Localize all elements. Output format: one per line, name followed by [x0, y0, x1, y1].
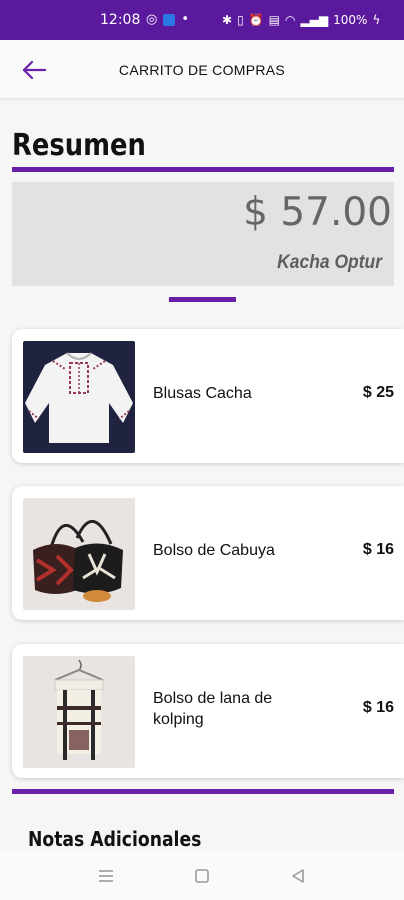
recent-apps-button[interactable]	[95, 865, 117, 887]
notes-heading: Notas Adicionales	[28, 827, 202, 851]
product-image-backpack	[23, 656, 135, 768]
section-indicator	[169, 297, 236, 302]
product-price: $ 16	[362, 541, 394, 558]
cart-item[interactable]: Blusas Cacha $ 25	[12, 329, 404, 463]
cart-item[interactable]: Bolso de Cabuya $ 16	[12, 486, 404, 620]
home-button[interactable]	[191, 865, 213, 887]
status-time: 12:08	[100, 12, 141, 28]
menu-icon	[99, 870, 113, 882]
status-bar: 12:08 ◎ • ✱ ▯ ⏰ ▤ ◠ ▂▄▆ 100% ϟ	[0, 0, 404, 40]
product-price: $ 16	[362, 699, 394, 716]
product-name: Blusas Cacha	[153, 385, 252, 402]
signal-icon: ▤	[268, 13, 280, 27]
store-name: Kacha Optur	[277, 252, 382, 273]
summary-heading: Resumen	[12, 128, 146, 163]
system-icons: ✱ ▯ ⏰ ▤ ◠ ▂▄▆ 100% ϟ	[222, 13, 380, 27]
cart-item[interactable]: Bolso de lana de kolping $ 16	[12, 644, 404, 778]
notes-divider	[12, 789, 394, 794]
battery-label: 100%	[333, 13, 368, 27]
product-name: Bolso de Cabuya	[153, 542, 275, 559]
wifi-icon: ◠	[284, 13, 296, 27]
dot-icon: •	[181, 12, 190, 27]
product-price: $ 25	[362, 384, 394, 401]
product-image-blouse	[23, 341, 135, 453]
bluetooth-icon: ✱	[222, 13, 233, 27]
product-name: Bolso de lana de kolping	[153, 690, 273, 728]
alarm-icon: ⏰	[248, 13, 264, 27]
charging-icon: ϟ	[372, 13, 381, 27]
product-image-bags	[23, 498, 135, 610]
page-title: CARRITO DE COMPRAS	[118, 62, 286, 78]
whatsapp-icon: ◎	[146, 12, 158, 27]
system-nav-bar	[0, 851, 404, 900]
cell-signal-icon: ▂▄▆	[300, 13, 329, 27]
summary-divider	[12, 167, 394, 172]
summary-box: $ 57.00 Kacha Optur	[12, 182, 394, 286]
app-notification-icon	[163, 13, 176, 26]
app-bar: CARRITO DE COMPRAS	[0, 40, 404, 99]
notification-icons: ◎ •	[146, 12, 189, 27]
vibrate-icon: ▯	[237, 13, 244, 27]
back-nav-button[interactable]	[287, 865, 309, 887]
square-icon	[195, 869, 209, 883]
triangle-back-icon	[292, 869, 304, 883]
cart-total: $ 57.00	[243, 190, 392, 235]
